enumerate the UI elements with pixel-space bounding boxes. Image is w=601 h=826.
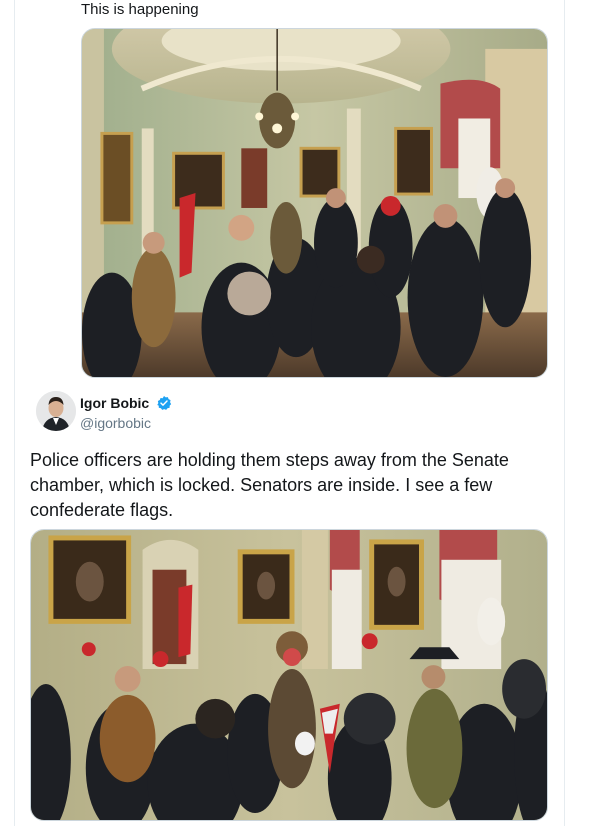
author-handle[interactable]: @igorbobic	[80, 415, 151, 431]
quoted-tweet-photo[interactable]	[81, 28, 548, 378]
avatar[interactable]	[36, 391, 76, 431]
author-display-name[interactable]: Igor Bobic	[80, 395, 149, 411]
tweet-photo[interactable]	[30, 529, 548, 821]
timeline-border-left	[14, 0, 15, 826]
verified-badge-icon	[157, 396, 172, 410]
quoted-tweet-text: This is happening	[81, 1, 199, 18]
tweet-author[interactable]: Igor Bobic @igorbobic	[30, 389, 450, 437]
timeline-border-right	[564, 0, 565, 826]
avatar-portrait	[36, 391, 76, 431]
tweet-text: Police officers are holding them steps a…	[30, 450, 509, 520]
hallway-crowd-photo	[82, 29, 547, 377]
senate-corridor-crowd-photo	[31, 530, 547, 820]
